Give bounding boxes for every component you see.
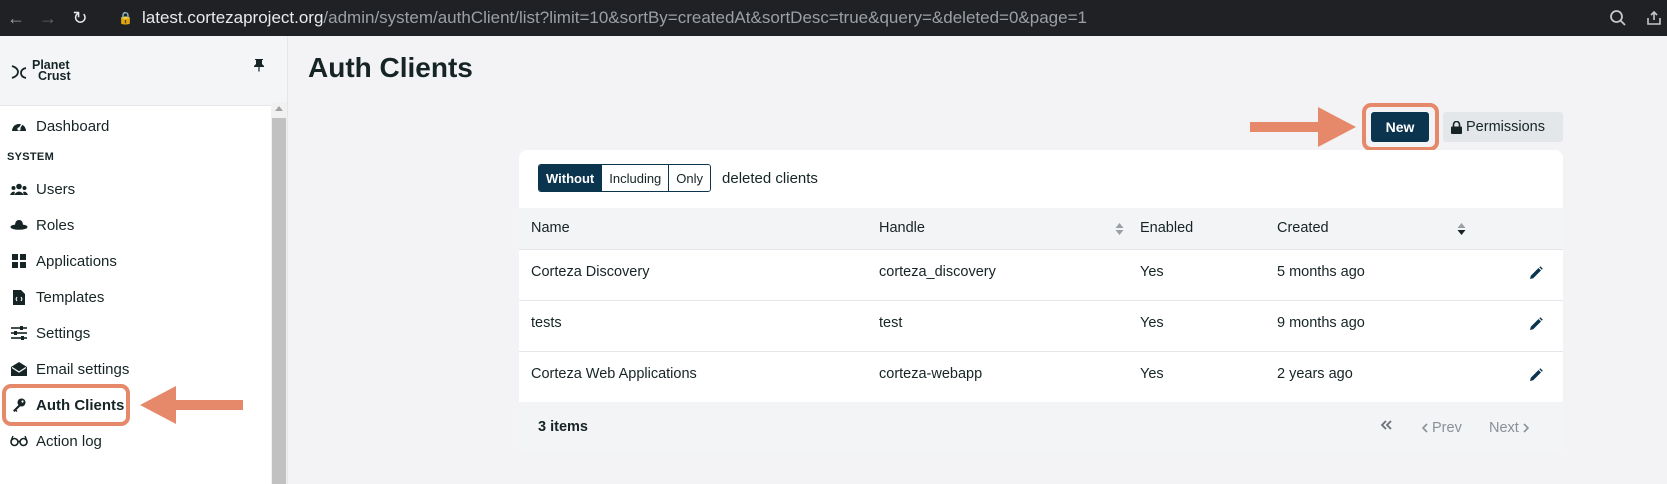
cell-created: 5 months ago (1277, 264, 1365, 280)
prev-page-button[interactable]: Prev (1422, 420, 1462, 436)
cell-enabled: Yes (1140, 315, 1164, 331)
table-footer: 3 items Prev Next (519, 402, 1563, 454)
prev-label: Prev (1432, 420, 1462, 436)
scrollbar-thumb[interactable] (272, 118, 286, 484)
sidebar-item-label: Action log (36, 432, 102, 450)
sidebar-item-label: Users (36, 180, 76, 198)
filter-including-button[interactable]: Including (602, 165, 670, 191)
sidebar-item-applications[interactable]: Applications (0, 244, 272, 278)
sidebar-item-settings[interactable]: Settings (0, 316, 272, 350)
table-row[interactable]: tests test Yes 9 months ago (519, 301, 1563, 352)
first-page-button[interactable] (1381, 420, 1393, 430)
annotation-arrow-left (140, 386, 243, 424)
roles-icon (10, 217, 28, 233)
permissions-button[interactable]: Permissions (1443, 112, 1563, 142)
sidebar-item-label: Email settings (36, 360, 130, 378)
edit-icon[interactable] (1529, 368, 1543, 382)
sidebar-header: Planet Crust (0, 36, 287, 106)
cell-name: Corteza Discovery (531, 264, 650, 280)
cell-enabled: Yes (1140, 366, 1164, 382)
filter-without-button[interactable]: Without (539, 165, 603, 191)
edit-icon[interactable] (1529, 266, 1543, 280)
annotation-arrow-right (1250, 107, 1356, 147)
settings-icon (10, 325, 28, 341)
cell-name: tests (531, 315, 562, 331)
sort-desc-icon[interactable] (1457, 222, 1466, 236)
table-header: Name Handle Enabled Created (519, 208, 1563, 250)
pin-icon[interactable] (253, 58, 265, 75)
cell-handle: corteza-webapp (879, 366, 983, 382)
sidebar-item-dashboard[interactable]: Dashboard (0, 109, 272, 143)
url-host: latest.cortezaproject.org (142, 8, 324, 27)
next-label: Next (1489, 420, 1519, 436)
sidebar-item-action-log[interactable]: Action log (0, 424, 272, 458)
cell-name: Corteza Web Applications (531, 366, 697, 382)
address-bar[interactable]: 🔒 latest.cortezaproject.org/admin/system… (118, 8, 1087, 28)
deleted-filter: Without Including Only deleted clients (538, 164, 818, 192)
column-header-handle[interactable]: Handle (879, 220, 925, 236)
share-icon[interactable] (1645, 9, 1663, 27)
double-chevron-left-icon (1381, 420, 1392, 430)
lock-icon (1451, 120, 1462, 134)
glasses-icon (10, 433, 28, 449)
column-header-name[interactable]: Name (531, 220, 570, 236)
reload-icon[interactable]: ↻ (64, 2, 96, 34)
sidebar-item-roles[interactable]: Roles (0, 208, 272, 242)
email-icon (10, 361, 28, 377)
zoom-icon[interactable] (1609, 9, 1627, 27)
browser-toolbar: ← → ↻ 🔒 latest.cortezaproject.org/admin/… (0, 0, 1667, 36)
filter-only-button[interactable]: Only (669, 165, 711, 191)
sidebar-section-system: SYSTEM (7, 151, 55, 163)
permissions-label: Permissions (1466, 119, 1545, 135)
filter-suffix-label: deleted clients (722, 169, 818, 187)
page-title: Auth Clients (308, 52, 473, 83)
lock-icon: 🔒 (118, 11, 133, 25)
templates-icon (10, 289, 28, 305)
cell-enabled: Yes (1140, 264, 1164, 280)
cell-handle: test (879, 315, 903, 331)
sidebar-item-users[interactable]: Users (0, 172, 272, 206)
items-count: 3 items (538, 419, 588, 435)
forward-icon[interactable]: → (32, 2, 64, 34)
deleted-filter-group: Without Including Only (538, 164, 712, 192)
sidebar-item-label: Applications (36, 252, 117, 270)
sort-both-icon[interactable] (1115, 222, 1124, 236)
logo-mark-icon (11, 64, 27, 79)
annotation-highlight-auth-clients (2, 384, 130, 426)
sidebar-item-templates[interactable]: Templates (0, 280, 272, 314)
sidebar-item-label: Settings (36, 324, 91, 342)
logo-line2: Crust (38, 68, 71, 83)
sidebar-item-label: Dashboard (36, 117, 110, 135)
planet-crust-logo[interactable]: Planet Crust (10, 58, 71, 83)
sidebar-item-label: Roles (36, 216, 75, 234)
edit-icon[interactable] (1529, 317, 1543, 331)
new-button[interactable]: New (1371, 112, 1429, 142)
scroll-up-icon[interactable] (275, 106, 283, 111)
auth-clients-card: Without Including Only deleted clients N… (519, 150, 1563, 454)
users-icon (10, 181, 28, 197)
chevron-right-icon (1523, 423, 1529, 433)
dashboard-icon (10, 118, 28, 134)
column-header-enabled[interactable]: Enabled (1140, 220, 1193, 236)
next-page-button[interactable]: Next (1489, 420, 1529, 436)
chevron-left-icon (1422, 423, 1428, 433)
back-icon[interactable]: ← (0, 2, 32, 34)
cell-created: 2 years ago (1277, 366, 1353, 382)
cell-created: 9 months ago (1277, 315, 1365, 331)
sidebar-item-email-settings[interactable]: Email settings (0, 352, 272, 386)
cell-handle: corteza_discovery (879, 264, 996, 280)
table-row[interactable]: Corteza Web Applications corteza-webapp … (519, 352, 1563, 403)
applications-icon (10, 253, 28, 269)
sidebar-scrollbar[interactable] (271, 102, 287, 484)
url-path: /admin/system/authClient/list?limit=10&s… (323, 8, 1087, 27)
sidebar-item-label: Templates (36, 288, 105, 306)
table-row[interactable]: Corteza Discovery corteza_discovery Yes … (519, 250, 1563, 301)
column-header-created[interactable]: Created (1277, 220, 1329, 236)
